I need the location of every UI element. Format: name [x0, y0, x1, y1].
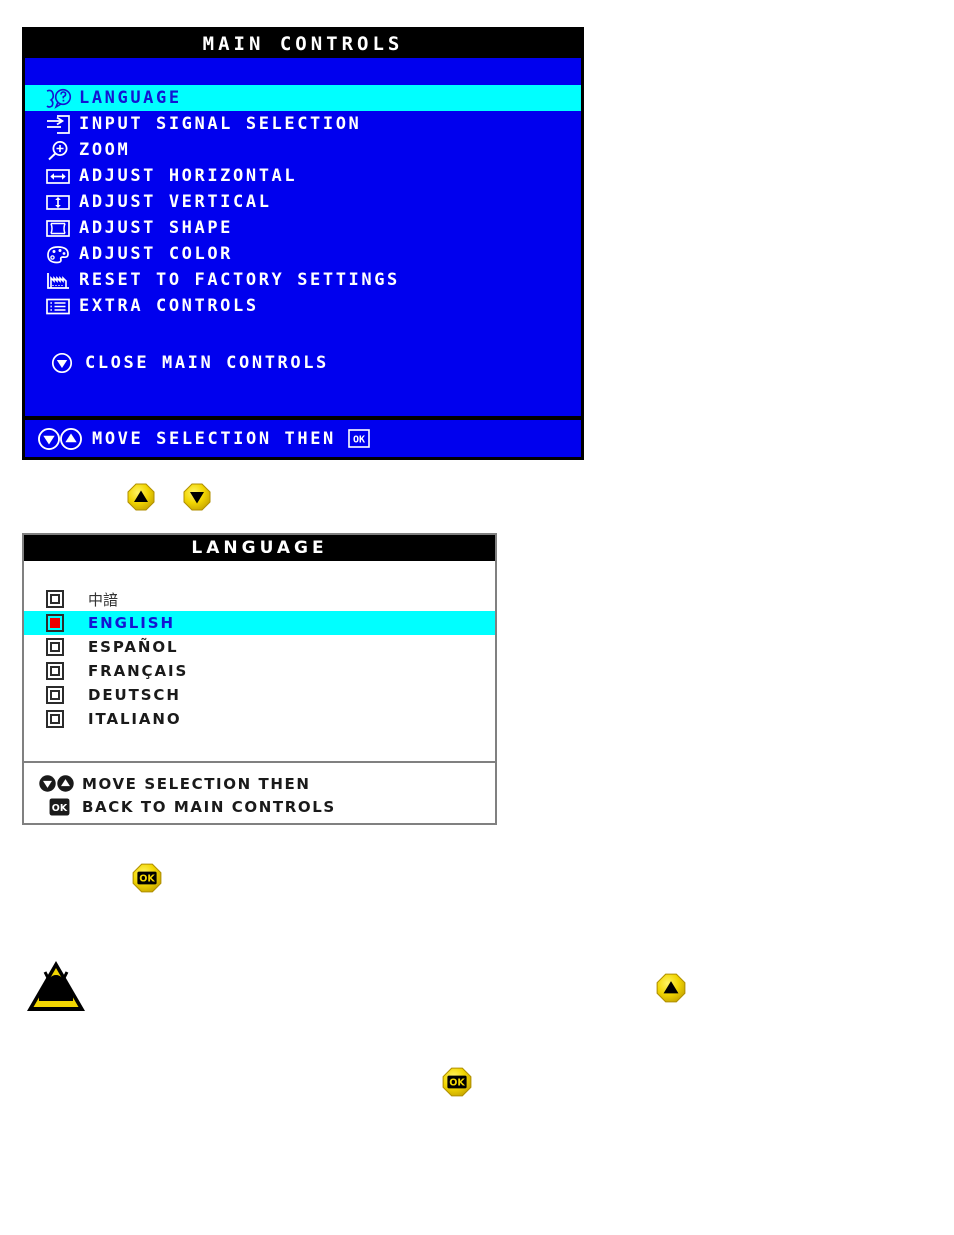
- footer-nav-icons: [38, 774, 82, 793]
- main-controls-osd-panel: MAIN CONTROLS LANGUAGE INPUT SIGNAL SELE…: [22, 27, 584, 460]
- language-osd-panel: LANGUAGE 中諳 ENGLISH ESPAÑOL FRANÇAIS DEU…: [22, 533, 497, 825]
- down-arrow-circle-icon: [39, 775, 56, 792]
- language-item-label: DEUTSCH: [88, 686, 181, 704]
- radio-unselected-icon: [46, 710, 88, 728]
- language-item-francais[interactable]: FRANÇAIS: [24, 659, 495, 683]
- menu-item-extra-controls[interactable]: EXTRA CONTROLS: [25, 293, 581, 319]
- menu-item-adjust-color[interactable]: ADJUST COLOR: [25, 241, 581, 267]
- language-footer-back-row: OK BACK TO MAIN CONTROLS: [24, 795, 495, 818]
- main-controls-body: LANGUAGE INPUT SIGNAL SELECTION ZOOM ADJ…: [25, 58, 581, 388]
- warning-triangle-icon: [24, 958, 88, 1020]
- svg-text:OK: OK: [139, 874, 155, 885]
- language-title: LANGUAGE: [24, 535, 495, 561]
- menu-item-label: ADJUST SHAPE: [79, 218, 234, 238]
- menu-item-zoom[interactable]: ZOOM: [25, 137, 581, 163]
- ok-box-icon: OK: [348, 429, 370, 448]
- nav-button-group: [126, 482, 212, 516]
- menu-item-label: INPUT SIGNAL SELECTION: [79, 114, 362, 134]
- language-item-deutsch[interactable]: DEUTSCH: [24, 683, 495, 707]
- vertical-arrows-icon: [37, 192, 79, 213]
- language-item-english[interactable]: ENGLISH: [24, 611, 495, 635]
- menu-item-adjust-vertical[interactable]: ADJUST VERTICAL: [25, 189, 581, 215]
- up-arrow-button-right[interactable]: [655, 972, 687, 1008]
- language-item-label: ITALIANO: [88, 710, 182, 728]
- radio-unselected-icon: [46, 590, 88, 608]
- language-footer: MOVE SELECTION THEN OK BACK TO MAIN CONT…: [24, 761, 495, 823]
- menu-item-input-signal-selection[interactable]: INPUT SIGNAL SELECTION: [25, 111, 581, 137]
- language-item-italiano[interactable]: ITALIANO: [24, 707, 495, 731]
- down-arrow-button[interactable]: [182, 482, 212, 516]
- ok-button-bottom[interactable]: OK: [441, 1066, 473, 1102]
- main-controls-title: MAIN CONTROLS: [25, 30, 581, 58]
- menu-item-adjust-horizontal[interactable]: ADJUST HORIZONTAL: [25, 163, 581, 189]
- footer-instruction-text: MOVE SELECTION THEN: [92, 428, 336, 449]
- language-item-label: ENGLISH: [88, 614, 175, 632]
- svg-text:OK: OK: [353, 435, 365, 446]
- menu-item-label: ZOOM: [79, 140, 131, 160]
- main-controls-menu-list: LANGUAGE INPUT SIGNAL SELECTION ZOOM ADJ…: [25, 85, 581, 319]
- up-arrow-circle-icon: [57, 775, 74, 792]
- menu-item-close-main-controls[interactable]: CLOSE MAIN CONTROLS: [25, 352, 329, 374]
- footer-nav-icons: [37, 427, 83, 451]
- up-arrow-button[interactable]: [126, 482, 156, 516]
- factory-icon: [37, 270, 79, 291]
- menu-item-label: ADJUST VERTICAL: [79, 192, 272, 212]
- menu-item-reset-to-factory-settings[interactable]: RESET TO FACTORY SETTINGS: [25, 267, 581, 293]
- language-item-label: ESPAÑOL: [88, 638, 179, 656]
- language-item-label: FRANÇAIS: [88, 662, 189, 680]
- menu-item-label: EXTRA CONTROLS: [79, 296, 259, 316]
- color-palette-icon: [37, 244, 79, 265]
- input-signal-arrow-icon: [37, 114, 79, 135]
- menu-item-label: ADJUST HORIZONTAL: [79, 166, 298, 186]
- radio-unselected-icon: [46, 638, 88, 656]
- svg-text:OK: OK: [449, 1078, 465, 1089]
- radio-selected-icon: [46, 614, 88, 632]
- close-main-controls-label: CLOSE MAIN CONTROLS: [85, 353, 329, 373]
- svg-text:OK: OK: [52, 802, 68, 813]
- up-arrow-circle-icon: [60, 427, 82, 450]
- down-arrow-circle-icon: [51, 352, 85, 374]
- radio-unselected-icon: [46, 686, 88, 704]
- language-item-espanol[interactable]: ESPAÑOL: [24, 635, 495, 659]
- menu-item-language[interactable]: LANGUAGE: [25, 85, 581, 111]
- ok-button-below-language-menu[interactable]: OK: [131, 862, 163, 898]
- language-person-question-icon: [37, 88, 79, 109]
- shape-frame-icon: [37, 218, 79, 239]
- language-footer-text: MOVE SELECTION THEN: [82, 774, 311, 793]
- ok-box-icon: OK: [38, 797, 82, 816]
- language-footer-text: BACK TO MAIN CONTROLS: [82, 797, 336, 816]
- radio-unselected-icon: [46, 662, 88, 680]
- language-item-label: 中諳: [88, 590, 119, 609]
- main-controls-footer: MOVE SELECTION THEN OK: [25, 416, 581, 457]
- menu-item-label: RESET TO FACTORY SETTINGS: [79, 270, 400, 290]
- language-item-chinese[interactable]: 中諳: [24, 587, 495, 611]
- language-footer-move-row: MOVE SELECTION THEN: [24, 772, 495, 795]
- list-lines-icon: [37, 296, 79, 317]
- language-list: 中諳 ENGLISH ESPAÑOL FRANÇAIS DEUTSCH ITAL…: [24, 561, 495, 731]
- down-arrow-circle-icon: [38, 427, 60, 450]
- menu-item-label: ADJUST COLOR: [79, 244, 234, 264]
- menu-item-adjust-shape[interactable]: ADJUST SHAPE: [25, 215, 581, 241]
- menu-item-label: LANGUAGE: [79, 88, 182, 108]
- horizontal-arrows-icon: [37, 166, 79, 187]
- magnifier-plus-icon: [37, 140, 79, 161]
